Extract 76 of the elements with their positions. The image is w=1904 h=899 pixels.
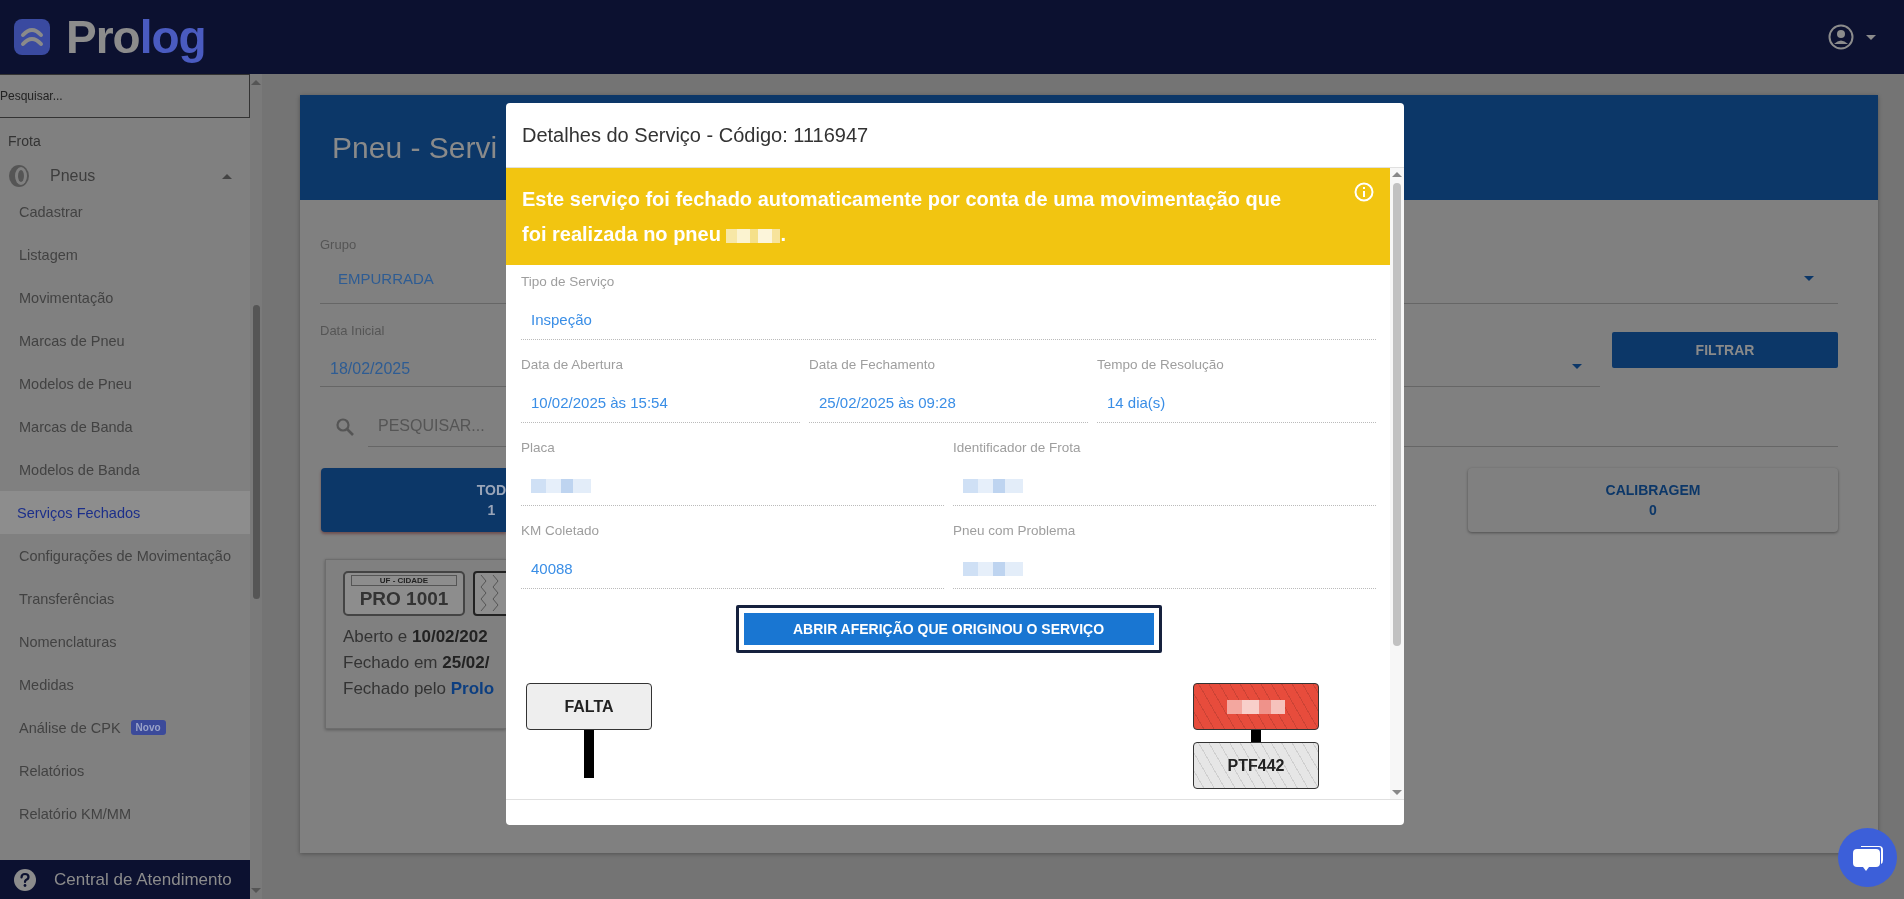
search-icon (336, 417, 354, 436)
help-bar[interactable]: Central de Atendimento (0, 860, 250, 899)
closed-by-text: Fechado pelo Prolo (343, 678, 496, 700)
caret-icon (1866, 34, 1876, 40)
section-label: Frota (7, 132, 41, 151)
axle-bar (584, 730, 594, 778)
redacted-mark (726, 228, 781, 243)
field-label: Pneu com Problema (953, 522, 1077, 540)
field-value: Inspeção (521, 300, 1376, 340)
scroll-down-icon (1392, 790, 1402, 795)
field-label: Tipo de Serviço (521, 273, 616, 291)
user-account-icon[interactable] (1828, 24, 1854, 50)
dropdown-caret-icon (1804, 276, 1814, 281)
logo-icon (14, 19, 50, 55)
new-badge: Novo (130, 720, 166, 735)
menu-item[interactable]: Nomenclaturas (0, 620, 250, 663)
field-label: Placa (521, 439, 556, 457)
status-tab[interactable]: CALIBRAGEM 0 (1468, 468, 1838, 532)
tire-slot[interactable]: PTF442 (1193, 742, 1319, 789)
redacted-mark (1227, 699, 1285, 714)
dropdown-caret-icon (1572, 364, 1582, 369)
menu-item[interactable]: Relatório KM/MM (0, 792, 250, 835)
sidebar-search-field[interactable]: Pesquisar... (0, 74, 250, 118)
field-value: 10/02/2025 às 15:54 (521, 383, 800, 423)
license-plate: UF - CIDADE PRO 1001 (343, 571, 465, 616)
page-title: Pneu - Servi (332, 130, 498, 165)
closed-date-text: Fechado em 25/02/ (343, 652, 491, 674)
redacted-mark (963, 561, 1023, 576)
menu-group[interactable]: Pneus (8, 162, 232, 190)
menu-item[interactable]: Modelos de Pneu (0, 362, 250, 405)
dialog-title: Detalhes do Serviço - Código: 1116947 (522, 123, 869, 147)
user-link[interactable]: Prolo (450, 679, 495, 698)
field-label: Identificador de Frota (953, 439, 1082, 457)
tire-slot[interactable]: FALTA (526, 683, 652, 730)
open-measurement-button[interactable]: ABRIR AFERIÇÃO QUE ORIGINOU O SERVIÇO (735, 605, 1162, 653)
menu-item[interactable]: Movimentação (0, 276, 250, 319)
scrollbar-thumb[interactable] (252, 305, 260, 599)
menu-item[interactable]: Cadastrar (0, 190, 250, 233)
field-value: 40088 (521, 549, 944, 589)
field-label: Data de Abertura (521, 356, 625, 374)
help-label: Central de Atendimento (54, 869, 232, 890)
scroll-up-icon (251, 80, 261, 85)
scroll-up-icon (1392, 172, 1402, 177)
scrollbar[interactable] (1390, 168, 1404, 799)
tire-tread-icon (473, 571, 506, 616)
help-icon (14, 868, 36, 891)
scrollbar-thumb[interactable] (1393, 183, 1401, 646)
menu-item[interactable]: Modelos de Banda (0, 448, 250, 491)
status-tab[interactable]: TOD 1 (321, 468, 506, 532)
redacted-mark (531, 478, 591, 493)
field-value: 25/02/2025 às 09:28 (809, 383, 1088, 423)
tire-slot[interactable] (1193, 683, 1319, 730)
scrollbar[interactable] (250, 74, 262, 899)
menu-item[interactable]: Configurações de Movimentação (0, 534, 250, 577)
menu-item[interactable]: Listagem (0, 233, 250, 276)
menu-item[interactable]: Marcas de Pneu (0, 319, 250, 362)
tire-icon (8, 164, 30, 188)
service-card[interactable]: UF - CIDADE PRO 1001 Aberto e 10/02/202 Fechado em 25/02/ Fechado pelo Prolo (325, 559, 506, 729)
menu-item[interactable]: Análise de CPK Novo (0, 706, 250, 749)
field-value: 14 dia(s) (1097, 383, 1376, 423)
opened-date-text: Aberto e 10/02/202 (343, 626, 489, 648)
menu-item[interactable]: Medidas (0, 663, 250, 706)
info-icon[interactable] (1354, 182, 1374, 202)
menu-item[interactable]: Relatórios (0, 749, 250, 792)
menu-item[interactable]: Transferências (0, 577, 250, 620)
field-label: KM Coletado (521, 522, 601, 540)
scroll-down-icon (251, 888, 261, 893)
menu-item[interactable]: Marcas de Banda (0, 405, 250, 448)
menu-item[interactable]: Serviços Fechados (0, 491, 250, 534)
banner-message: Este serviço foi fechado automaticamente por conta de uma movimentação que foi realizada no pneu . (522, 187, 1282, 247)
filter-button[interactable]: FILTRAR (1612, 332, 1838, 368)
axle-bar (1251, 730, 1261, 742)
caret-icon (222, 173, 232, 179)
field-label: Data de Fechamento (809, 356, 937, 374)
redacted-mark (963, 478, 1023, 493)
field-label: Tempo de Resolução (1097, 356, 1225, 374)
